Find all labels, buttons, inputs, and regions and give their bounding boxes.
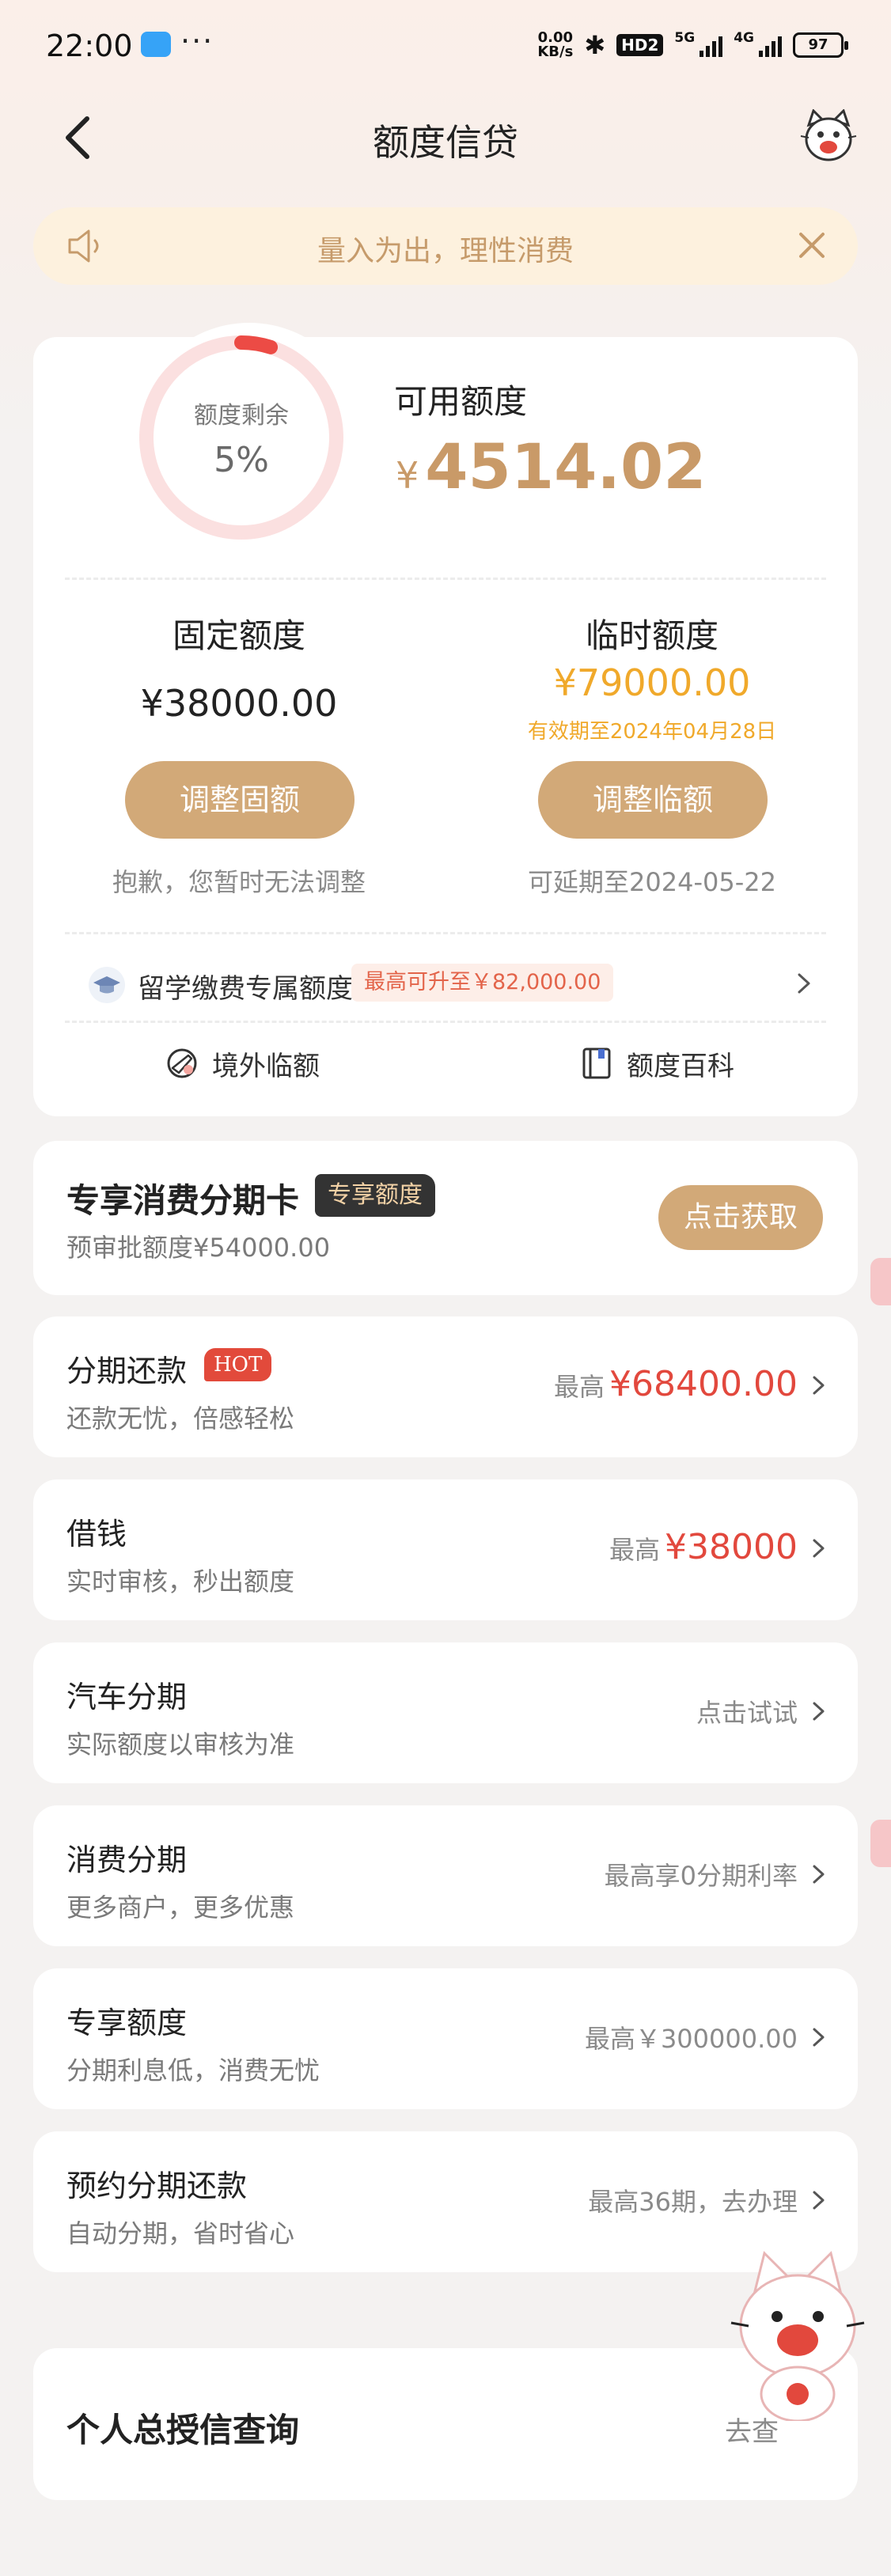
list-item-subtitle: 实际额度以审核为准 xyxy=(66,1729,295,1760)
close-icon[interactable] xyxy=(793,226,831,264)
notice-bar: 量入为出，理性消费 xyxy=(33,207,858,285)
notice-text: 量入为出，理性消费 xyxy=(317,235,574,267)
list-item-borrow[interactable]: 借钱 实时审核，秒出额度 最高 ¥38000 xyxy=(33,1479,858,1620)
list-item-value: 最高 ¥38000 xyxy=(609,1527,798,1567)
divider xyxy=(65,1021,826,1023)
more-notifications-icon: ··· xyxy=(180,24,214,59)
status-time: 22:00 xyxy=(46,28,133,63)
list-item-subtitle: 更多商户，更多优惠 xyxy=(66,1892,295,1923)
overseas-temp-link[interactable]: 境外临额 xyxy=(165,1040,320,1087)
remaining-ring xyxy=(139,335,343,540)
page-title: 额度信贷 xyxy=(373,121,518,164)
list-item-consumer-installment[interactable]: 消费分期 更多商户，更多优惠 最高享0分期利率 xyxy=(33,1805,858,1946)
chevron-right-icon xyxy=(810,2022,828,2052)
list-item-value: 最高 ¥68400.00 xyxy=(554,1364,798,1404)
list-item-subtitle: 自动分期，省时省心 xyxy=(66,2218,295,2248)
decoration-edge xyxy=(870,1820,891,1867)
chevron-right-icon xyxy=(810,1533,828,1563)
temp-limit-valid: 有效期至2024年04月28日 xyxy=(527,720,777,744)
cloud-icon xyxy=(141,32,171,57)
hot-badge: HOT xyxy=(204,1348,272,1381)
list-item-value: 最高36期，去办理 xyxy=(588,2187,798,2217)
graduation-cap-icon xyxy=(89,967,125,1003)
overseas-temp-label: 境外临额 xyxy=(212,1050,320,1082)
chevron-right-icon xyxy=(810,1370,828,1400)
mascot-icon xyxy=(730,2251,865,2423)
battery-icon: 97 xyxy=(793,32,848,58)
list-item-title: 专享额度 xyxy=(66,2006,188,2040)
available-value: 4514.02 xyxy=(425,432,707,503)
limit-wiki-label: 额度百科 xyxy=(627,1050,734,1082)
bluetooth-icon: ✱ xyxy=(584,30,606,60)
list-item-exclusive-limit[interactable]: 专享额度 分期利息低，消费无忧 最高￥300000.00 xyxy=(33,1968,858,2109)
adjust-temp-button[interactable]: 调整临额 xyxy=(538,761,768,839)
available-amount: ¥4514.02 xyxy=(396,432,707,503)
promo-title: 专享消费分期卡 xyxy=(66,1181,300,1220)
signal-4g-icon xyxy=(759,33,782,57)
list-item-title: 借钱 xyxy=(66,1517,127,1551)
list-item-installment-repay[interactable]: 分期还款 HOT 还款无忧，倍感轻松 最高 ¥68400.00 xyxy=(33,1316,858,1457)
signal-5g-icon xyxy=(700,33,723,57)
mascot-service-button[interactable] xyxy=(799,108,858,165)
list-item-subtitle: 还款无忧，倍感轻松 xyxy=(66,1404,295,1434)
list-item-subtitle: 分期利息低，消费无忧 xyxy=(66,2055,320,2085)
divider xyxy=(65,578,826,580)
fixed-limit-title: 固定额度 xyxy=(172,616,305,655)
study-abroad-title: 留学缴费专属额度 xyxy=(138,973,353,1005)
list-item-title: 分期还款 xyxy=(66,1354,188,1388)
list-item-title: 汽车分期 xyxy=(66,1680,188,1714)
divider xyxy=(65,932,826,934)
chevron-right-icon xyxy=(810,1696,828,1726)
chevron-right-icon xyxy=(794,967,813,1000)
book-icon xyxy=(582,1047,611,1079)
status-indicators: 0.00 KB/s ✱ HD2 5G 4G 97 xyxy=(537,29,848,60)
temp-limit-note: 可延期至2024-05-22 xyxy=(528,867,776,897)
adjust-fixed-button[interactable]: 调整固额 xyxy=(125,761,355,839)
mascot-icon xyxy=(800,108,857,161)
floating-mascot[interactable] xyxy=(728,2247,867,2423)
credit-report-title: 个人总授信查询 xyxy=(66,2411,300,2449)
hd-icon: HD2 xyxy=(616,34,664,56)
temp-limit-title: 临时额度 xyxy=(585,616,718,655)
currency-symbol: ¥ xyxy=(396,454,419,497)
chevron-right-icon xyxy=(810,1859,828,1889)
promo-badge: 专享额度 xyxy=(315,1174,435,1217)
list-item-title: 预约分期还款 xyxy=(66,2169,248,2203)
limit-wiki-link[interactable]: 额度百科 xyxy=(579,1040,734,1087)
net-speed: 0.00 KB/s xyxy=(537,29,574,60)
signal-5g-label: 5G xyxy=(674,30,696,46)
chevron-right-icon xyxy=(810,2185,828,2215)
decoration-edge xyxy=(870,1258,891,1305)
list-item-subtitle: 实时审核，秒出额度 xyxy=(66,1566,295,1597)
study-abroad-badge: 最高可升至￥82,000.00 xyxy=(351,964,614,1002)
plane-globe-icon xyxy=(167,1048,197,1078)
list-item-value: 最高￥300000.00 xyxy=(584,2024,798,2054)
promo-subtitle: 预审批额度¥54000.00 xyxy=(66,1233,331,1263)
list-item-title: 消费分期 xyxy=(66,1843,188,1877)
list-item-value: 最高享0分期利率 xyxy=(604,1861,798,1891)
get-card-button[interactable]: 点击获取 xyxy=(658,1185,823,1250)
remaining-percent: 5% xyxy=(214,440,269,480)
fixed-limit-amount: ¥38000.00 xyxy=(140,682,338,725)
temp-limit-amount: ¥79000.00 xyxy=(553,661,751,704)
remaining-label: 额度剩余 xyxy=(194,402,289,430)
signal-4g-label: 4G xyxy=(734,30,754,46)
fixed-limit-note: 抱歉，您暂时无法调整 xyxy=(112,867,366,897)
exclusive-card-promo: 专享消费分期卡 专享额度 预审批额度¥54000.00 点击获取 xyxy=(33,1141,858,1295)
available-label: 可用额度 xyxy=(394,382,528,421)
study-abroad-row[interactable]: 留学缴费专属额度 最高可升至￥82,000.00 xyxy=(65,956,826,1011)
list-item-value: 点击试试 xyxy=(696,1698,798,1728)
list-item-car-installment[interactable]: 汽车分期 实际额度以审核为准 点击试试 xyxy=(33,1642,858,1783)
